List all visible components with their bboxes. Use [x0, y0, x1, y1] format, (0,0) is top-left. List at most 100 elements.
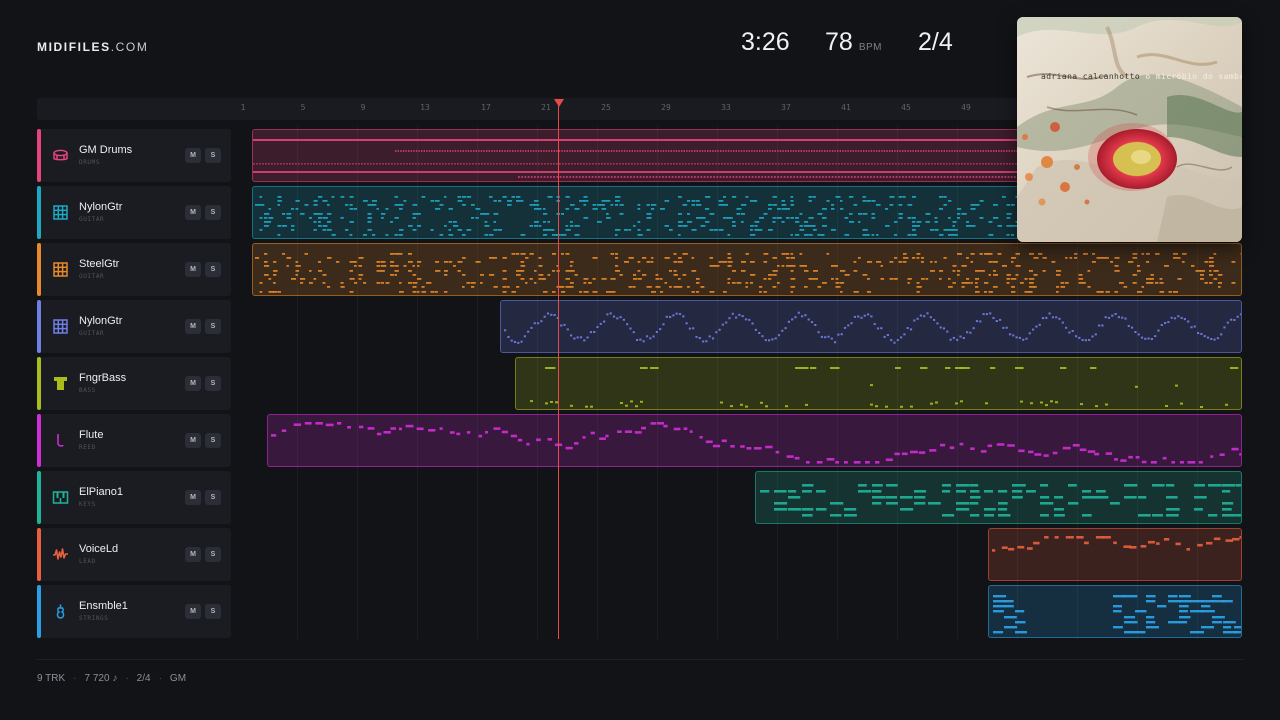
track-header[interactable]: SteelGtr GUITAR M S	[37, 243, 231, 296]
note-pattern	[271, 422, 1241, 464]
track-color-bar	[37, 414, 41, 467]
track-header[interactable]: ElPiano1 KEYS M S	[37, 471, 231, 524]
track-color-bar	[37, 471, 41, 524]
mute-button[interactable]: M	[185, 433, 201, 448]
track-name: Ensmble1	[79, 600, 128, 612]
track-clip[interactable]	[267, 414, 1242, 467]
mute-button[interactable]: M	[185, 376, 201, 391]
guitar-fretboard-icon	[52, 204, 69, 221]
track-name: GM Drums	[79, 144, 133, 156]
track-clip[interactable]	[515, 357, 1242, 410]
ruler-tick: 41	[841, 103, 851, 112]
playhead-handle[interactable]	[554, 99, 564, 107]
track-color-bar	[37, 243, 41, 296]
solo-button[interactable]: S	[205, 376, 221, 391]
footer-divider	[37, 659, 1243, 660]
bass-icon	[52, 375, 69, 392]
solo-button[interactable]: S	[205, 433, 221, 448]
track-category: DRUMS	[79, 159, 101, 166]
ruler-tick: 25	[601, 103, 611, 112]
track-color-bar	[37, 129, 41, 182]
time-signature-display: 2/4	[918, 28, 953, 56]
album-title-text: adriana calcanhotto o micróbio do samba	[1041, 72, 1242, 81]
track-color-bar	[37, 300, 41, 353]
ruler-tick: 21	[541, 103, 551, 112]
mute-button[interactable]: M	[185, 604, 201, 619]
album-artist: adriana calcanhotto	[1041, 72, 1141, 81]
note-pattern	[530, 367, 1239, 408]
track-header[interactable]: NylonGtr GUITAR M S	[37, 186, 231, 239]
track-name: Flute	[79, 429, 104, 441]
ruler-tick: 29	[661, 103, 671, 112]
solo-button[interactable]: S	[205, 205, 221, 220]
ruler-tick: 5	[300, 103, 306, 112]
ruler-tick: 37	[781, 103, 791, 112]
track-name: VoiceLd	[79, 543, 119, 555]
track-name: NylonGtr	[79, 315, 123, 327]
ruler-tick: 17	[481, 103, 491, 112]
note-pattern	[255, 253, 1241, 293]
solo-button[interactable]: S	[205, 604, 221, 619]
footer-track-count: 9 TRK	[37, 673, 66, 684]
strings-icon	[52, 603, 69, 620]
track-color-bar	[37, 585, 41, 638]
ruler-tick: 49	[961, 103, 971, 112]
tempo-display: 78 BPM	[825, 28, 882, 57]
track-category: GUITAR	[79, 273, 105, 280]
track-clip[interactable]	[500, 300, 1242, 353]
album-title: o micróbio do samba	[1145, 72, 1242, 81]
footer-note-count: 7 720 ♪	[84, 673, 118, 684]
footer-time-signature: 2/4	[136, 673, 151, 684]
playhead[interactable]	[558, 106, 559, 639]
mute-button[interactable]: M	[185, 205, 201, 220]
track-category: BASS	[79, 387, 96, 394]
waveform-icon	[52, 546, 69, 563]
mute-button[interactable]: M	[185, 319, 201, 334]
solo-button[interactable]: S	[205, 490, 221, 505]
piano-keys-icon	[52, 489, 69, 506]
track-color-bar	[37, 186, 41, 239]
track-header[interactable]: GM Drums DRUMS M S	[37, 129, 231, 182]
ruler-tick: 13	[420, 103, 430, 112]
track-header[interactable]: Ensmble1 STRINGS M S	[37, 585, 231, 638]
note-pattern	[760, 484, 1241, 517]
guitar-fretboard-icon	[52, 261, 69, 278]
ruler-tick: 9	[360, 103, 366, 112]
album-cover: adriana calcanhotto o micróbio do samba	[1017, 17, 1242, 242]
solo-button[interactable]: S	[205, 319, 221, 334]
track-clip[interactable]	[755, 471, 1242, 524]
track-name: NylonGtr	[79, 201, 123, 213]
mute-button[interactable]: M	[185, 148, 201, 163]
mute-button[interactable]: M	[185, 262, 201, 277]
track-clip[interactable]	[988, 528, 1242, 581]
track-name: SteelGtr	[79, 258, 120, 270]
ruler-tick: 1	[240, 103, 246, 112]
track-category: STRINGS	[79, 615, 109, 622]
footer-stats: 9 TRK · 7 720 ♪ · 2/4 · GM	[37, 673, 187, 684]
solo-button[interactable]: S	[205, 148, 221, 163]
note-pattern	[992, 536, 1241, 552]
ruler-tick: 45	[901, 103, 911, 112]
track-header[interactable]: FngrBass BASS M S	[37, 357, 231, 410]
mute-button[interactable]: M	[185, 547, 201, 562]
track-category: REED	[79, 444, 96, 451]
track-header[interactable]: NylonGtr GUITAR M S	[37, 300, 231, 353]
track-color-bar	[37, 357, 41, 410]
solo-button[interactable]: S	[205, 262, 221, 277]
tempo-value: 78	[825, 28, 853, 56]
track-color-bar	[37, 528, 41, 581]
track-clip[interactable]	[988, 585, 1242, 638]
track-clip[interactable]	[252, 243, 1242, 296]
duration-display: 3:26	[741, 28, 790, 56]
track-category: LEAD	[79, 558, 96, 565]
track-header[interactable]: Flute REED M S	[37, 414, 231, 467]
solo-button[interactable]: S	[205, 547, 221, 562]
track-category: GUITAR	[79, 330, 105, 337]
ruler-tick: 33	[721, 103, 731, 112]
track-header[interactable]: VoiceLd LEAD M S	[37, 528, 231, 581]
mute-button[interactable]: M	[185, 490, 201, 505]
note-pattern	[504, 311, 1241, 344]
track-category: GUITAR	[79, 216, 105, 223]
flute-icon	[52, 432, 69, 449]
note-pattern	[993, 595, 1241, 634]
